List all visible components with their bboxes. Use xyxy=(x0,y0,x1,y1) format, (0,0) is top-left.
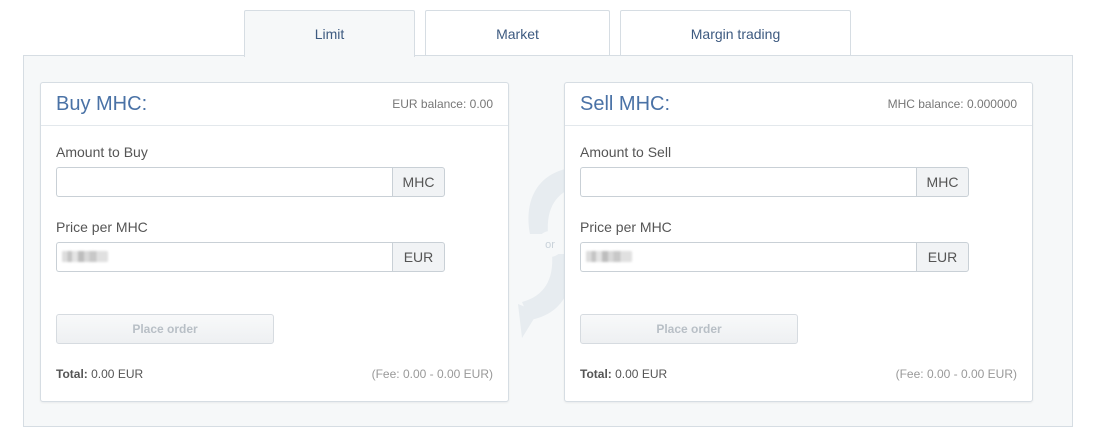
sell-price-group: EUR xyxy=(580,242,969,272)
buy-card-header: Buy MHC: EUR balance: 0.00 xyxy=(41,83,508,126)
buy-total-value: 0.00 EUR xyxy=(91,367,144,381)
buy-price-label: Price per MHC xyxy=(56,219,148,235)
buy-title: Buy MHC: xyxy=(56,92,148,115)
limit-order-panel: or Buy MHC: EUR balance: 0.00 Amount to … xyxy=(23,55,1073,427)
sell-amount-unit: MHC xyxy=(916,167,969,197)
sell-total: Total: 0.00 EUR xyxy=(580,367,667,381)
sell-total-value: 0.00 EUR xyxy=(615,367,668,381)
sell-amount-input[interactable] xyxy=(580,167,916,197)
sell-place-order-button[interactable]: Place order xyxy=(580,314,798,344)
buy-total-label: Total: xyxy=(56,367,88,381)
buy-footer: Total: 0.00 EUR (Fee: 0.00 - 0.00 EUR) xyxy=(56,367,493,381)
sell-amount-group: MHC xyxy=(580,167,969,197)
buy-card: Buy MHC: EUR balance: 0.00 Amount to Buy… xyxy=(40,82,509,402)
buy-price-group: EUR xyxy=(56,242,445,272)
tab-margin-trading[interactable]: Margin trading xyxy=(620,10,851,56)
blurred-price-value xyxy=(62,251,108,262)
buy-amount-input[interactable] xyxy=(56,167,392,197)
buy-amount-unit: MHC xyxy=(392,167,445,197)
or-label: or xyxy=(545,239,555,251)
sell-total-label: Total: xyxy=(580,367,612,381)
sell-price-label: Price per MHC xyxy=(580,219,672,235)
amount-to-buy-label: Amount to Buy xyxy=(56,144,148,160)
eur-balance: EUR balance: 0.00 xyxy=(392,97,493,111)
buy-place-order-button[interactable]: Place order xyxy=(56,314,274,344)
sell-price-unit: EUR xyxy=(916,242,969,272)
mhc-balance: MHC balance: 0.000000 xyxy=(887,97,1017,111)
tab-market[interactable]: Market xyxy=(425,10,610,56)
buy-price-unit: EUR xyxy=(392,242,445,272)
sell-title: Sell MHC: xyxy=(580,92,671,115)
sell-card: Sell MHC: MHC balance: 0.000000 Amount t… xyxy=(564,82,1033,402)
sell-card-header: Sell MHC: MHC balance: 0.000000 xyxy=(565,83,1032,126)
tab-limit[interactable]: Limit xyxy=(244,10,415,57)
sell-footer: Total: 0.00 EUR (Fee: 0.00 - 0.00 EUR) xyxy=(580,367,1017,381)
order-type-tabs: Limit Market Margin trading xyxy=(0,10,1103,57)
amount-to-sell-label: Amount to Sell xyxy=(580,144,672,160)
buy-amount-group: MHC xyxy=(56,167,445,197)
buy-fee: (Fee: 0.00 - 0.00 EUR) xyxy=(371,367,493,381)
sell-fee: (Fee: 0.00 - 0.00 EUR) xyxy=(895,367,1017,381)
blurred-price-value xyxy=(586,251,632,262)
buy-total: Total: 0.00 EUR xyxy=(56,367,143,381)
